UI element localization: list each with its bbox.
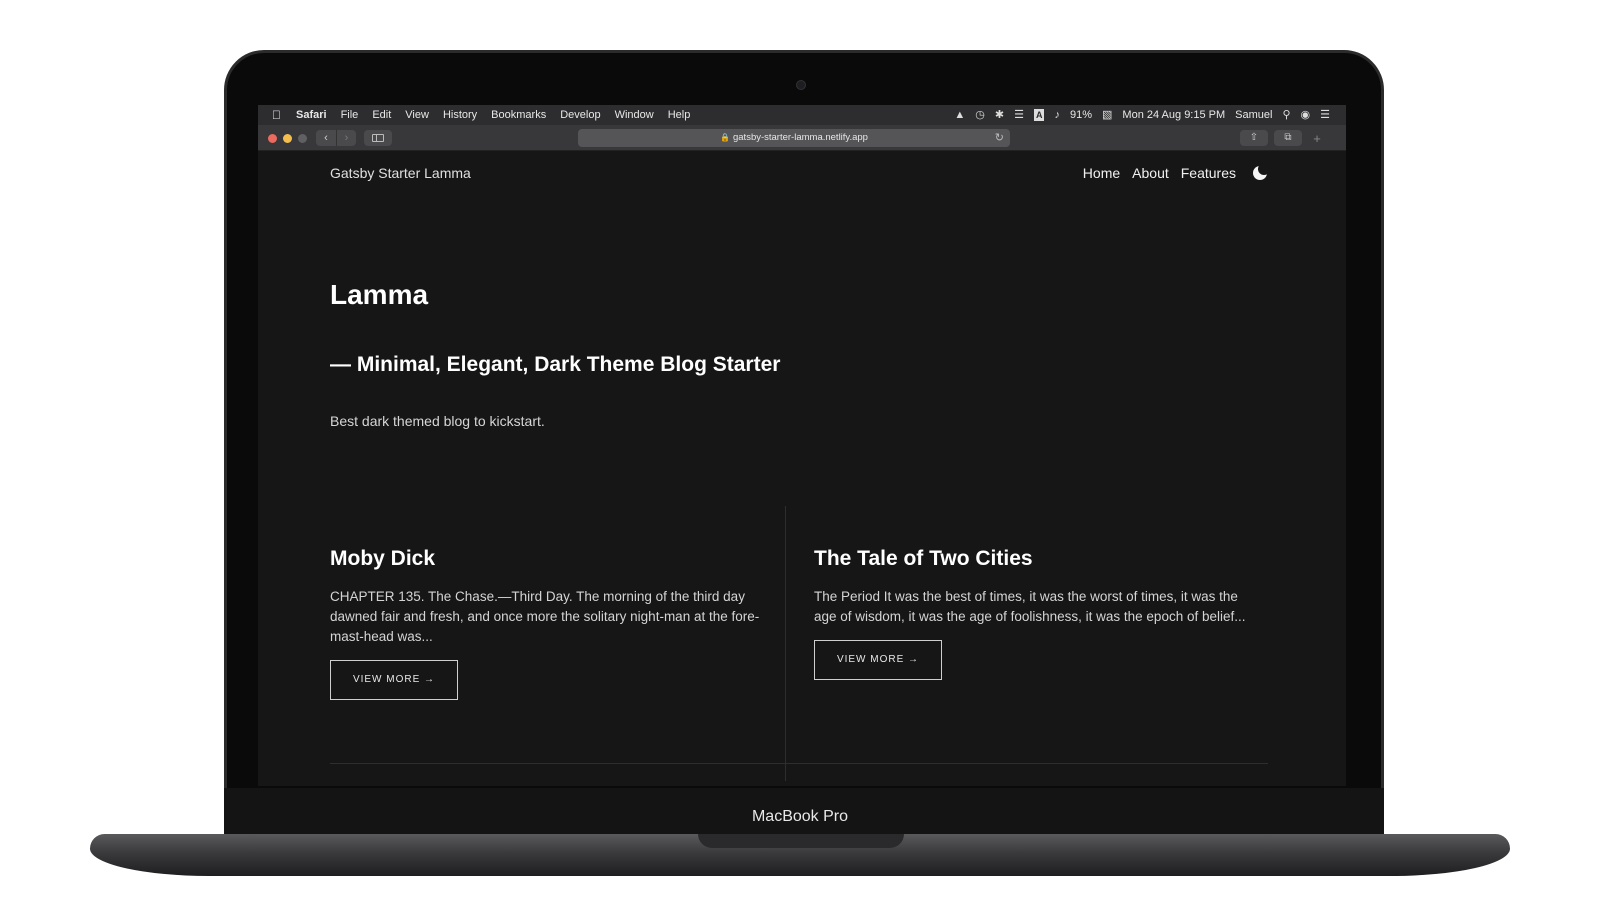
zoom-window-button[interactable] [298,134,307,143]
post-column-divider [785,506,786,781]
reload-icon[interactable]: ↻ [995,129,1004,147]
macbook-frame:  Safari File Edit View History Bookmark… [0,0,1600,920]
siri-icon[interactable]: ◉ [1301,105,1311,125]
user-name[interactable]: Samuel [1235,109,1272,121]
battery-icon[interactable]: ▧ [1102,105,1112,125]
post-title[interactable]: The Tale of Two Cities [814,547,1254,571]
tab-overview-button[interactable]: ⧉ [1274,130,1302,146]
apple-logo-icon[interactable]:  [272,108,286,122]
post-excerpt: The Period It was the best of times, it … [814,589,1246,624]
menu-edit[interactable]: Edit [372,109,391,121]
hero-subtitle: — Minimal, Elegant, Dark Theme Blog Star… [330,353,781,376]
menu-history[interactable]: History [443,109,477,121]
camera-icon [796,80,806,90]
menu-file[interactable]: File [341,109,359,121]
mac-menu-bar:  Safari File Edit View History Bookmark… [258,105,1346,125]
post-title[interactable]: Moby Dick [330,547,770,571]
post-row-divider [330,763,1268,764]
bluetooth-icon[interactable]: ✱ [995,105,1004,125]
sidebar-icon [372,134,384,142]
volume-icon[interactable]: ♪ [1054,105,1060,125]
nav-home[interactable]: Home [1083,165,1120,181]
screen:  Safari File Edit View History Bookmark… [258,105,1346,786]
device-label: MacBook Pro [751,808,849,825]
menu-help[interactable]: Help [668,109,691,121]
web-page: Gatsby Starter Lamma Home About Features… [258,151,1346,786]
url-text: gatsby-starter-lamma.netlify.app [732,132,868,143]
close-window-button[interactable] [268,134,277,143]
spotlight-icon[interactable]: ⚲ [1282,105,1290,125]
back-icon[interactable]: ‹ [316,130,336,146]
notification-center-icon[interactable]: ☰ [1320,105,1330,125]
menu-window[interactable]: Window [615,109,654,121]
address-bar[interactable]: 🔒 gatsby-starter-lamma.netlify.app ↻ [578,129,1010,147]
browser-toolbar: ‹ › 🔒 gatsby-starter-lamma.netlify.app ↻ … [258,125,1346,151]
forward-icon[interactable]: › [336,130,356,146]
new-tab-button[interactable]: + [1310,132,1324,146]
post-excerpt: CHAPTER 135. The Chase.—Third Day. The m… [330,589,760,644]
menu-bookmarks[interactable]: Bookmarks [491,109,546,121]
menu-safari[interactable]: Safari [296,109,327,121]
menu-bar-status: ▲ ◷ ✱ ☰ A ♪ 91% ▧ Mon 24 Aug 9:15 PM Sam… [954,105,1330,125]
time-machine-icon[interactable]: ◷ [975,105,985,125]
menu-view[interactable]: View [405,109,429,121]
post-card: The Tale of Two Cities The Period It was… [814,547,1254,680]
hero-description: Best dark themed blog to kickstart. [330,413,545,429]
dark-mode-toggle-moon-icon[interactable] [1252,163,1270,181]
wifi-icon[interactable]: ☰ [1014,105,1024,125]
sidebar-toggle-button[interactable] [364,130,392,146]
view-more-button[interactable]: VIEW MORE → [814,640,942,680]
airdrop-icon[interactable]: ▲ [954,105,965,125]
input-source-icon[interactable]: A [1033,109,1045,121]
plus-icon: + [1313,131,1321,146]
share-icon: ⇧ [1249,132,1259,143]
nav-about[interactable]: About [1132,165,1169,181]
minimize-window-button[interactable] [283,134,292,143]
battery-percent: 91% [1069,109,1093,121]
share-button[interactable]: ⇧ [1240,130,1268,146]
menu-develop[interactable]: Develop [560,109,600,121]
view-more-button[interactable]: VIEW MORE → [330,660,458,700]
hero-title: Lamma [330,279,429,310]
tabs-icon: ⧉ [1284,132,1292,143]
site-nav: Home About Features [1083,163,1270,181]
post-card: Moby Dick CHAPTER 135. The Chase.—Third … [330,547,770,700]
nav-features[interactable]: Features [1181,165,1236,181]
clock[interactable]: Mon 24 Aug 9:15 PM [1122,109,1225,121]
site-brand[interactable]: Gatsby Starter Lamma [330,165,471,181]
navigation-buttons: ‹ › [316,130,356,146]
lock-icon: 🔒 [720,133,730,142]
laptop-base-notch [698,834,904,848]
